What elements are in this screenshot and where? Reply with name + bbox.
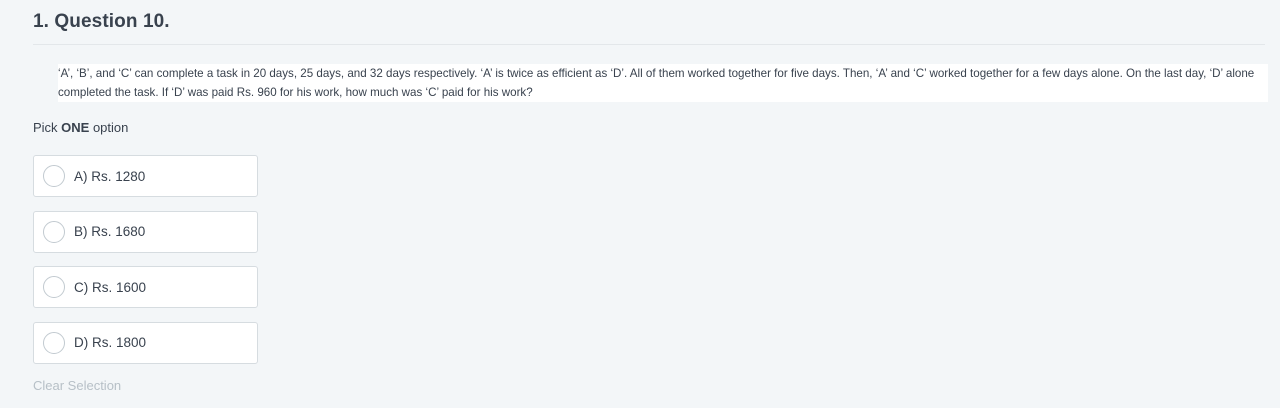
option-b[interactable]: B) Rs. 1680 <box>33 210 258 253</box>
option-c[interactable]: C) Rs. 1600 <box>33 266 258 308</box>
options-list: A) Rs. 1280 B) Rs. 1680 C) Rs. 1600 D) R… <box>33 155 258 377</box>
radio-button[interactable] <box>43 276 65 298</box>
radio-button[interactable] <box>43 331 65 354</box>
header-divider <box>33 44 1265 45</box>
pick-emphasis: ONE <box>61 120 90 135</box>
question-header: 1. Question 10. <box>33 11 170 32</box>
pick-prefix: Pick <box>33 120 62 135</box>
option-label: D) Rs. 1800 <box>74 335 147 350</box>
option-label: B) Rs. 1680 <box>74 224 146 239</box>
radio-button[interactable] <box>43 165 65 187</box>
pick-instruction: Pick ONE option <box>33 120 128 135</box>
option-label: A) Rs. 1280 <box>74 168 146 184</box>
option-label: C) Rs. 1600 <box>74 279 147 295</box>
pick-suffix: option <box>89 120 129 135</box>
clear-selection-link[interactable]: Clear Selection <box>33 378 121 393</box>
option-d[interactable]: D) Rs. 1800 <box>33 321 258 364</box>
radio-button[interactable] <box>43 220 65 243</box>
question-text: ‘A’, ‘B’, and ‘C’ can complete a task in… <box>58 64 1268 102</box>
option-a[interactable]: A) Rs. 1280 <box>33 155 258 197</box>
